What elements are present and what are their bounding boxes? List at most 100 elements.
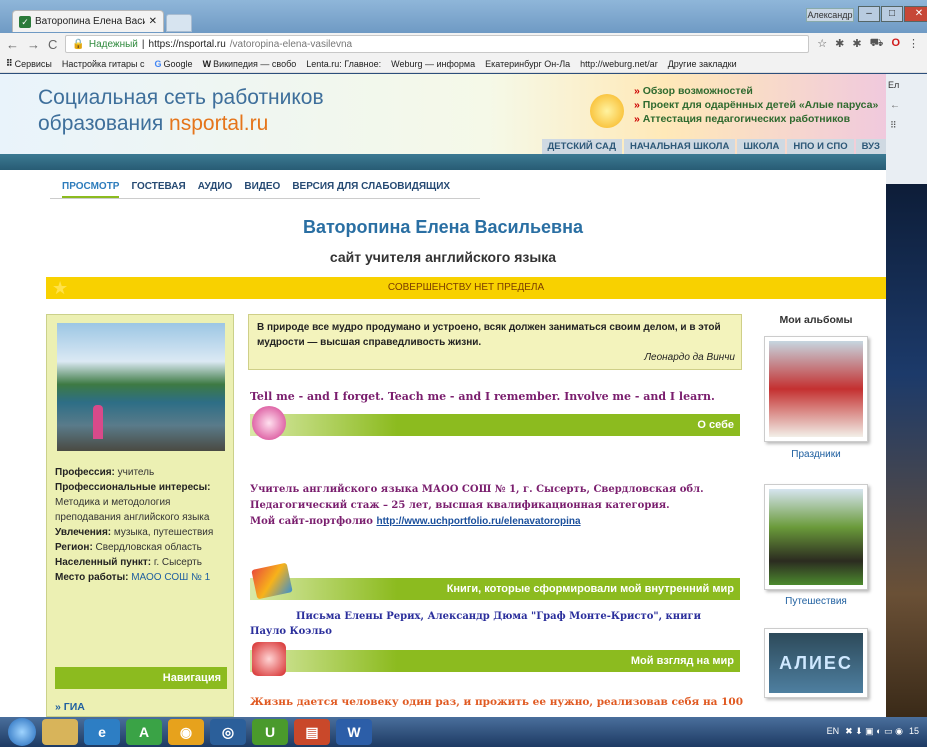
- bookmark-lenta[interactable]: Lenta.ru: Главное:: [306, 59, 381, 69]
- reload-icon[interactable]: C: [48, 37, 57, 52]
- divider: [50, 198, 480, 199]
- albums-heading: Мои альбомы: [779, 314, 853, 326]
- album-thumbnail[interactable]: [764, 336, 868, 442]
- reader-icon[interactable]: ▤: [294, 719, 330, 745]
- education-level-tabs: ДЕТСКИЙ САД НАЧАЛЬНАЯ ШКОЛА ШКОЛА НПО И …: [541, 139, 886, 154]
- bookmark-weburg[interactable]: Weburg — информа: [391, 59, 475, 69]
- header-link[interactable]: Аттестация педагогических работников: [634, 112, 878, 126]
- apps-icon: ⠿: [6, 58, 13, 68]
- menu-icon[interactable]: ⋮: [908, 37, 919, 51]
- brand-line-2[interactable]: образования nsportal.ru: [38, 112, 268, 136]
- flower-icon: [252, 406, 286, 440]
- extension-icon[interactable]: ✱: [835, 37, 844, 51]
- tab-view[interactable]: ПРОСМОТР: [62, 181, 120, 198]
- album-label[interactable]: Праздники: [752, 449, 880, 460]
- secure-label: Надежный: [88, 38, 138, 50]
- tab-accessible[interactable]: ВЕРСИЯ ДЛЯ СЛАБОВИДЯЩИХ: [292, 181, 450, 198]
- opera-icon[interactable]: O: [891, 37, 900, 51]
- section-view-header: Мой взгляд на мир: [250, 642, 740, 676]
- tab-school[interactable]: ШКОЛА: [737, 139, 786, 154]
- bookmark-e1[interactable]: Екатеринбург Он-Ла: [485, 59, 570, 69]
- site-header: Социальная сеть работников образования n…: [0, 74, 886, 154]
- nav-item-gia[interactable]: ГИА: [55, 701, 85, 713]
- tab-vuz[interactable]: ВУЗ: [855, 139, 886, 154]
- album-image: [769, 489, 863, 585]
- background-tab[interactable]: Ел: [888, 80, 899, 90]
- browser-titlebar: ✓ Ваторопина Елена Васи ✕ Александр – □ …: [0, 0, 927, 33]
- tab-primary-school[interactable]: НАЧАЛЬНАЯ ШКОЛА: [623, 139, 736, 154]
- app-a-icon[interactable]: A: [126, 719, 162, 745]
- section-about-header: О себе: [250, 406, 740, 440]
- header-link[interactable]: Проект для одарённых детей «Алые паруса»: [634, 98, 879, 112]
- books-icon: [251, 562, 293, 600]
- bookmark-weburg-art[interactable]: http://weburg.net/ar: [580, 59, 658, 69]
- tab-npo-spo[interactable]: НПО И СПО: [787, 139, 854, 154]
- star-icon[interactable]: ☆: [817, 37, 827, 51]
- bookmark-services[interactable]: ⠿ Сервисы: [6, 58, 52, 69]
- bookmark-guitar[interactable]: Настройка гитары с: [62, 59, 145, 69]
- extension-icons: ☆ ✱ ✱ ⛟ O ⋮: [817, 37, 927, 51]
- header-link[interactable]: Обзор возможностей: [634, 84, 878, 98]
- header-band: [0, 154, 886, 170]
- address-toolbar: ← → C 🔒 Надежный | https://nsportal.ru/v…: [0, 33, 927, 55]
- album-label[interactable]: Путешествия: [752, 596, 880, 607]
- new-tab-button[interactable]: [166, 14, 192, 32]
- tab-video[interactable]: ВИДЕО: [244, 181, 280, 198]
- minimize-button[interactable]: –: [858, 6, 880, 22]
- brand-line-1[interactable]: Социальная сеть работников: [38, 86, 324, 110]
- page-title: Ваторопина Елена Васильевна: [302, 217, 584, 237]
- work-link[interactable]: МАОО СОШ № 1: [128, 572, 210, 583]
- wikipedia-icon: W: [202, 58, 212, 69]
- album-thumbnail[interactable]: АЛИЕС: [764, 628, 868, 698]
- word-icon[interactable]: W: [336, 719, 372, 745]
- window-controls: – □ ✕: [858, 6, 927, 22]
- paint-icon: [252, 642, 286, 676]
- bookmark-wikipedia[interactable]: W Википедия — свобо: [203, 59, 297, 69]
- back-icon[interactable]: ←: [6, 37, 19, 52]
- taskbar: e A ◉ ◎ U ▤ W EN ✖ ⬇ ▣ ◐ ▭ ◉ 15: [0, 717, 927, 747]
- quote-box: В природе все мудро продумано и устроено…: [248, 314, 742, 370]
- background-bookmarks: ⠿: [890, 120, 897, 130]
- bookmark-other[interactable]: Другие закладки: [668, 59, 737, 69]
- profile-sidebar: Профессия: учитель Профессиональные инте…: [46, 314, 234, 717]
- media-icon[interactable]: ◎: [210, 719, 246, 745]
- album-image: [769, 341, 863, 437]
- section-books-header: Книги, которые сформировали мой внутренн…: [250, 562, 740, 600]
- quote-author: Леонардо да Винчи: [644, 352, 735, 363]
- chrome-icon[interactable]: ◉: [168, 719, 204, 745]
- brand-accent: nsportal.ru: [169, 112, 269, 135]
- address-input[interactable]: 🔒 Надежный | https://nsportal.ru/vatorop…: [65, 35, 810, 53]
- close-window-button[interactable]: ✕: [904, 6, 927, 22]
- bookmark-google[interactable]: G Google: [155, 59, 193, 69]
- tab-audio[interactable]: АУДИО: [198, 181, 233, 198]
- browser-tab[interactable]: ✓ Ваторопина Елена Васи ✕: [12, 10, 164, 32]
- albums-panel: Мои альбомы Праздники Путешествия АЛИЕС: [752, 314, 880, 698]
- url-host: https://nsportal.ru: [148, 38, 226, 50]
- tab-title: Ваторопина Елена Васи: [35, 16, 145, 27]
- tab-guestbook[interactable]: ГОСТЕВАЯ: [131, 181, 185, 198]
- bookmarks-bar: ⠿ Сервисы Настройка гитары с G Google W Вик…: [0, 55, 927, 73]
- profile-photo[interactable]: [57, 323, 225, 451]
- tab-kindergarten[interactable]: ДЕТСКИЙ САД: [541, 139, 622, 154]
- forward-icon[interactable]: →: [27, 37, 40, 52]
- header-links: Обзор возможностей Проект для одарённых …: [634, 84, 879, 126]
- maximize-button[interactable]: □: [881, 6, 903, 22]
- tab-close-icon[interactable]: ✕: [149, 16, 157, 27]
- url-separator: |: [141, 38, 145, 50]
- favicon-icon: ✓: [19, 15, 31, 28]
- cart-icon[interactable]: ⛟: [870, 37, 884, 51]
- clock[interactable]: 15: [909, 726, 919, 737]
- profile-subnav: ПРОСМОТР ГОСТЕВАЯ АУДИО ВИДЕО ВЕРСИЯ ДЛЯ…: [62, 181, 450, 198]
- album-thumbnail[interactable]: [764, 484, 868, 590]
- portfolio-link[interactable]: http://www.uchportfolio.ru/elenavatoropi…: [376, 516, 580, 527]
- ie-icon[interactable]: e: [84, 719, 120, 745]
- tray-icons[interactable]: ✖ ⬇ ▣ ◐ ▭ ◉: [845, 726, 903, 737]
- start-button[interactable]: [8, 718, 36, 746]
- explorer-icon[interactable]: [42, 719, 78, 745]
- background-window: Ел ← ⠿: [886, 74, 927, 717]
- profile-user-tag[interactable]: Александр: [806, 8, 854, 22]
- torrent-icon[interactable]: U: [252, 719, 288, 745]
- english-quote: Tell me - and I forget. Teach me - and I…: [250, 390, 715, 403]
- language-indicator[interactable]: EN: [827, 726, 840, 737]
- extension-icon[interactable]: ✱: [852, 37, 861, 51]
